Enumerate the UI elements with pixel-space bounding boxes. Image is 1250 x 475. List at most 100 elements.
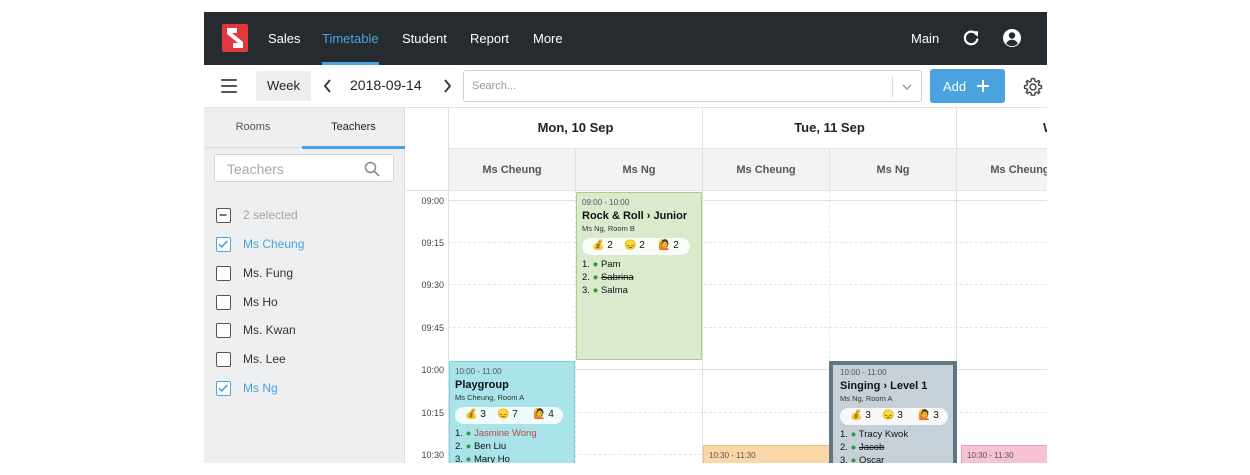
event-time: 10:00 - 11:00 <box>840 368 887 377</box>
student-list: 1. ● Jasmine Wong 2. ● Ben Liu 3. ● Mary… <box>455 428 570 463</box>
teacher-option-label: Ms Ng <box>243 381 278 395</box>
teacher-filter[interactable] <box>214 154 394 182</box>
event-title: Rock & Roll › Junior <box>582 210 688 222</box>
student-row[interactable]: 1. ● Pam <box>582 259 697 272</box>
chevron-down-icon[interactable] <box>900 80 914 94</box>
student-row[interactable]: 3. ● Salma <box>582 285 697 298</box>
student-row[interactable]: 3. ● Mary Ho <box>455 454 570 463</box>
sad-face-icon: 😞 <box>624 240 637 251</box>
filter-sidebar: Rooms Teachers 2 selected Ms Cheung Ms. … <box>204 108 405 463</box>
teacher-column-header: Ms Ng <box>829 149 956 191</box>
grid-divider <box>448 284 1047 285</box>
student-list: 1. ● Pam 2. ● Sabrina 3. ● Salma <box>582 259 697 298</box>
class-event[interactable]: 09:00 - 10:00 Rock & Roll › Junior Ms Ng… <box>576 192 702 360</box>
money-bag-icon: 💰 <box>850 410 863 421</box>
teacher-column-header: Ms Cheung <box>956 149 1047 191</box>
tab-teachers[interactable]: Teachers <box>302 108 405 149</box>
event-stats: 💰 2 😞 2 🙋 2 <box>582 238 690 255</box>
money-bag-icon: 💰 <box>465 409 478 420</box>
waitlist-stat: 🙋 3 <box>918 410 939 421</box>
class-event[interactable]: 10:30 - 11:30 <box>961 445 1047 463</box>
class-event[interactable]: 10:00 - 11:00 Playgroup Ms Cheung, Room … <box>449 361 575 463</box>
day-header[interactable]: Tue, 11 Sep <box>702 108 956 149</box>
time-label: 09:45 <box>421 323 444 333</box>
event-room: Ms Ng, Room A <box>840 394 893 403</box>
current-date[interactable]: 2018-09-14 <box>350 77 422 93</box>
checkbox-icon <box>216 266 231 281</box>
calendar-corner <box>406 108 448 191</box>
search-divider <box>892 77 893 97</box>
sad-face-icon: 😞 <box>882 410 895 421</box>
student-row[interactable]: 2. ● Ben Liu <box>455 441 570 454</box>
tab-rooms[interactable]: Rooms <box>204 108 302 148</box>
teacher-column-header: Ms Cheung <box>448 149 575 191</box>
teacher-column-header: Ms Cheung <box>702 149 829 191</box>
student-row[interactable]: 1. ● Tracy Kwok <box>840 429 949 442</box>
day-header[interactable]: W <box>956 108 1047 149</box>
nav-report[interactable]: Report <box>470 12 509 65</box>
selected-count: 2 selected <box>243 208 298 222</box>
event-title: Playgroup <box>455 379 509 391</box>
absent-stat: 😞 3 <box>882 410 903 421</box>
raised-hand-icon: 🙋 <box>658 240 671 251</box>
app-logo[interactable] <box>222 24 248 52</box>
indeterminate-checkbox-icon <box>216 208 231 223</box>
gear-icon[interactable] <box>1023 77 1043 97</box>
checkbox-icon <box>216 352 231 367</box>
student-row[interactable]: 3. ● Oscar <box>840 455 949 463</box>
teacher-option-label: Ms. Kwan <box>243 323 296 337</box>
day-header[interactable]: Mon, 10 Sep <box>448 108 702 149</box>
add-button-label: Add <box>943 79 967 94</box>
menu-icon[interactable] <box>221 79 237 93</box>
money-bag-icon: 💰 <box>592 240 605 251</box>
toolbar: Week 2018-09-14 Add <box>204 65 1047 108</box>
grid-divider <box>448 200 1047 201</box>
nav-main[interactable]: Main <box>911 12 939 65</box>
student-row[interactable]: 1. ● Jasmine Wong <box>455 428 570 441</box>
nav-more[interactable]: More <box>533 12 563 65</box>
present-dot-icon: ● <box>592 259 599 270</box>
student-row[interactable]: 2. ● Jacob <box>840 442 949 455</box>
nav-student[interactable]: Student <box>402 12 447 65</box>
chevron-right-icon[interactable] <box>440 77 454 95</box>
plus-icon <box>976 79 990 93</box>
present-dot-icon: ● <box>850 429 857 440</box>
nav-timetable[interactable]: Timetable <box>322 12 379 65</box>
search-field[interactable] <box>463 70 922 102</box>
sidebar-tabs: Rooms Teachers <box>204 108 405 149</box>
chevron-left-icon[interactable] <box>321 77 335 95</box>
enrolled-stat: 💰 2 <box>592 240 613 251</box>
timetable-app: Sales Timetable Student Report More Main… <box>204 12 1047 463</box>
class-event-selected[interactable]: 10:00 - 11:00 Singing › Level 1 Ms Ng, R… <box>829 361 957 463</box>
time-label: 10:00 <box>421 365 444 375</box>
checkbox-icon <box>216 323 231 338</box>
waitlist-stat: 🙋 4 <box>533 409 554 420</box>
grid-divider <box>448 242 1047 243</box>
teacher-option-label: Ms Cheung <box>243 237 305 251</box>
view-mode-button[interactable]: Week <box>256 71 311 101</box>
present-dot-icon: ● <box>465 441 472 452</box>
teacher-filter-input[interactable] <box>227 160 357 178</box>
present-dot-icon: ● <box>850 455 857 463</box>
time-axis: 09:00 09:15 09:30 09:45 10:00 10:15 10:3… <box>406 191 448 463</box>
account-circle-icon[interactable] <box>1002 28 1022 48</box>
top-navigation-bar: Sales Timetable Student Report More Main <box>204 12 1047 65</box>
time-label: 10:15 <box>421 408 444 418</box>
checkbox-checked-icon <box>216 381 231 396</box>
event-time: 10:30 - 11:30 <box>967 451 1014 460</box>
nav-sales[interactable]: Sales <box>268 12 301 65</box>
waitlist-stat: 🙋 2 <box>658 240 679 251</box>
event-stats: 💰 3 😞 3 🙋 3 <box>840 408 948 425</box>
checkbox-icon <box>216 295 231 310</box>
search-input[interactable] <box>472 77 882 95</box>
raised-hand-icon: 🙋 <box>918 410 931 421</box>
search-icon[interactable] <box>363 160 381 178</box>
present-dot-icon: ● <box>465 454 472 463</box>
time-label: 09:15 <box>421 238 444 248</box>
raised-hand-icon: 🙋 <box>533 409 546 420</box>
add-button[interactable]: Add <box>930 69 1005 103</box>
class-event[interactable]: 10:30 - 11:30 <box>703 445 830 463</box>
event-room: Ms Cheung, Room A <box>455 393 525 402</box>
refresh-icon[interactable] <box>961 28 981 48</box>
student-row[interactable]: 2. ● Sabrina <box>582 272 697 285</box>
